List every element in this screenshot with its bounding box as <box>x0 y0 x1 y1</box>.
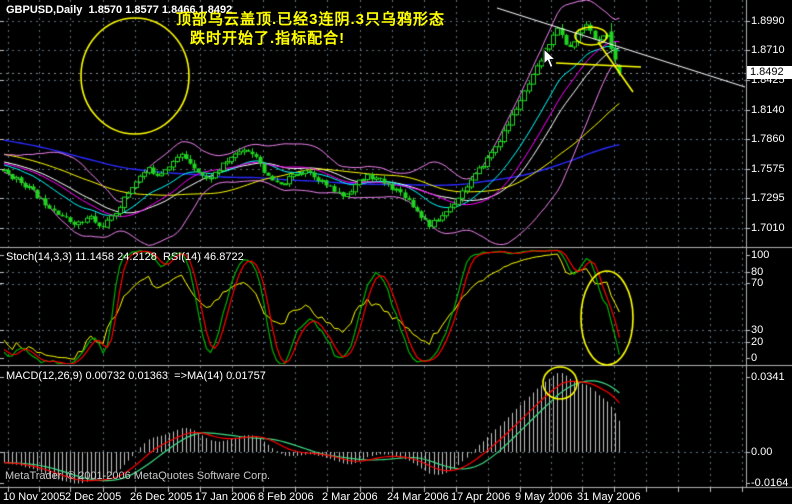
current-price-tag: 1.8492 <box>747 66 792 79</box>
price-axis-label: 1.8710 <box>751 44 785 56</box>
date-axis-label: 24 Mar 2006 <box>387 491 449 503</box>
date-axis-label: 26 Dec 2005 <box>130 491 193 503</box>
price-axis-label: 1.7575 <box>751 163 785 175</box>
price-axis-label: 1.7860 <box>751 133 785 145</box>
date-axis-label: 31 May 2006 <box>577 491 641 503</box>
annotation-text-line2[interactable]: 跌时开始了.指标配合! <box>190 27 345 48</box>
mt4-chart-window: GBPUSD,Daily 1.8570 1.8577 1.8466 1.8492… <box>0 0 792 504</box>
stoch-axis-label: 20 <box>751 336 764 348</box>
date-axis-label: 10 Nov 2005 <box>3 491 66 503</box>
stoch-axis-label: 70 <box>751 277 764 289</box>
price-axis-label: 1.7295 <box>751 192 785 204</box>
mouse-cursor-icon <box>543 48 557 69</box>
stoch-axis-label: 30 <box>751 324 764 336</box>
stoch-rsi-header: Stoch(14,3,3) 11.1458 24.2128 RSI(14) 46… <box>6 251 244 263</box>
date-axis-label: 8 Feb 2006 <box>258 491 314 503</box>
macd-axis-label: -0.0164 <box>751 477 789 489</box>
stoch-axis-label: 0 <box>751 352 758 364</box>
stoch-axis-label: 100 <box>751 249 770 261</box>
price-axis-label: 1.8140 <box>751 104 785 116</box>
date-axis-label: 2 Mar 2006 <box>322 491 378 503</box>
date-axis-label: 9 May 2006 <box>515 491 573 503</box>
date-axis-label: 17 Jan 2006 <box>195 491 256 503</box>
price-axis-label: 1.7010 <box>751 222 785 234</box>
macd-axis-label: 0.0341 <box>751 371 785 383</box>
macd-header: MACD(12,26,9) 0.00732 0.01363 =>MA(14) 0… <box>6 370 266 382</box>
date-axis-label: 2 Dec 2005 <box>65 491 122 503</box>
price-axis-label: 1.8990 <box>751 15 785 27</box>
macd-axis-label: 0.00 <box>751 446 773 458</box>
copyright-text: MetaTrader, © 2001-2006 MetaQuotes Softw… <box>5 470 271 482</box>
annotation-text-line1[interactable]: 顶部乌云盖顶.已经3连阴.3只乌鸦形态 <box>176 8 445 29</box>
date-axis-label: 17 Apr 2006 <box>451 491 511 503</box>
